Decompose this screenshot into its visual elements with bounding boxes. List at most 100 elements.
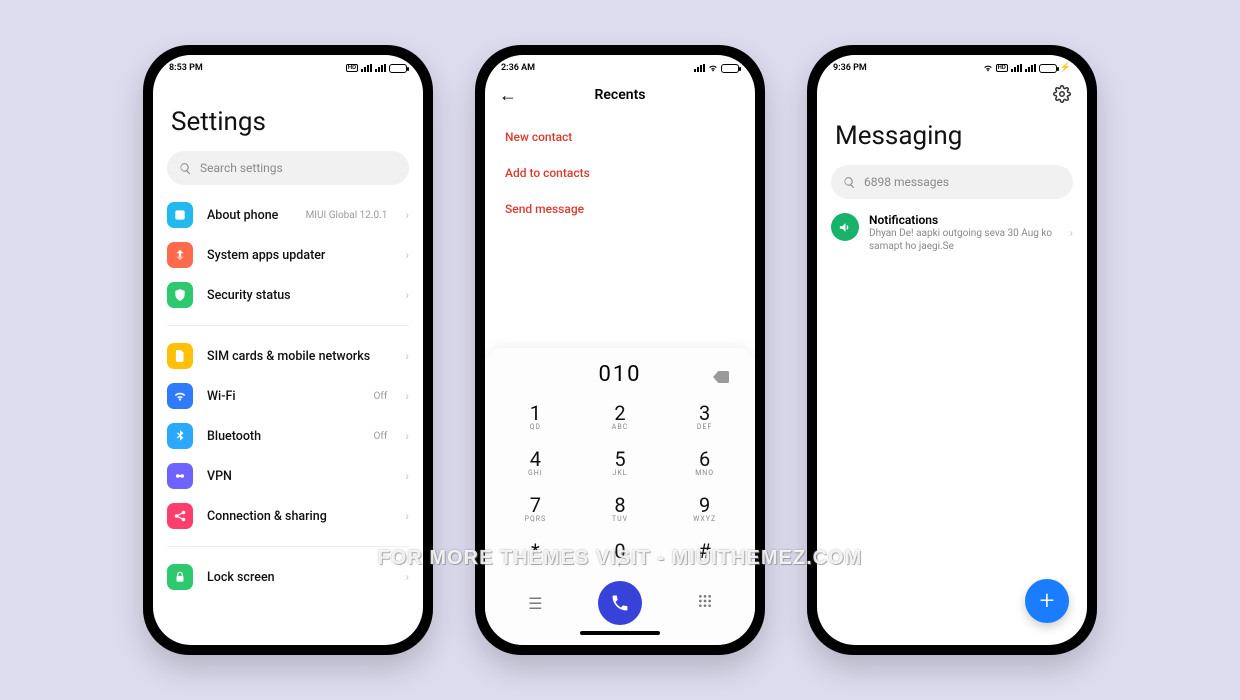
status-bar: 9:36 PM HD ⚡ — [817, 55, 1087, 77]
signal-icon — [1025, 64, 1036, 72]
settings-row-bt[interactable]: Bluetooth Off › — [153, 416, 423, 456]
status-bar: 8:53 PM HD — [153, 55, 423, 77]
signal-icon — [1011, 64, 1022, 72]
page-title: Recents — [595, 87, 646, 103]
dial-key-8[interactable]: 8TUV — [578, 487, 663, 533]
backspace-button[interactable] — [713, 364, 729, 389]
page-title: Messaging — [817, 103, 1087, 165]
message-thread[interactable]: Notifications Dhyan De! aapki outgoing s… — [817, 199, 1087, 253]
bt-icon — [167, 423, 193, 449]
updater-icon — [167, 242, 193, 268]
dial-key-0[interactable]: 0+ — [578, 533, 663, 579]
chevron-right-icon: › — [405, 570, 409, 584]
signal-icon — [375, 64, 386, 72]
dial-key-4[interactable]: 4GHI — [493, 441, 578, 487]
settings-button[interactable] — [1053, 85, 1071, 103]
chevron-right-icon: › — [405, 349, 409, 363]
dial-key-3[interactable]: 3DEF — [662, 395, 747, 441]
row-label: Security status — [207, 288, 391, 303]
dialer-action[interactable]: New contact — [485, 119, 755, 155]
dialer-action[interactable]: Send message — [485, 191, 755, 227]
chevron-right-icon: › — [405, 429, 409, 443]
settings-row-share[interactable]: Connection & sharing › — [153, 496, 423, 536]
dial-key-9[interactable]: 9WXYZ — [662, 487, 747, 533]
chevron-right-icon: › — [405, 248, 409, 262]
recents-button[interactable]: ☰ — [493, 594, 578, 613]
dial-key-5[interactable]: 5JKL — [578, 441, 663, 487]
volte-icon: HD — [346, 64, 358, 72]
dial-key-6[interactable]: 6MNO — [662, 441, 747, 487]
row-label: Wi-Fi — [207, 389, 360, 404]
row-value: MIUI Global 12.0.1 — [306, 210, 388, 221]
search-placeholder: Search settings — [200, 161, 283, 175]
settings-row-vpn[interactable]: VPN› — [153, 456, 423, 496]
wifi-icon — [708, 63, 718, 73]
charging-icon: ⚡ — [1060, 63, 1071, 73]
home-indicator[interactable] — [580, 631, 660, 635]
battery-icon — [721, 64, 739, 73]
settings-row-info[interactable]: About phone MIUI Global 12.0.1 › — [153, 195, 423, 235]
volte-icon: HD — [996, 64, 1008, 72]
chevron-right-icon: › — [405, 208, 409, 222]
divider — [167, 546, 409, 547]
row-label: Connection & sharing — [207, 509, 391, 524]
sim-icon — [167, 343, 193, 369]
call-button[interactable] — [598, 581, 642, 625]
search-icon — [179, 162, 192, 175]
share-icon — [167, 503, 193, 529]
settings-row-shield[interactable]: Security status › — [153, 275, 423, 315]
dial-display: 010 — [493, 358, 747, 395]
phone-settings: 8:53 PM HD Settings Search settings Abou… — [143, 45, 433, 655]
dial-number: 010 — [598, 362, 641, 387]
row-label: Lock screen — [207, 570, 391, 585]
wifi-icon — [167, 383, 193, 409]
search-input[interactable]: 6898 messages — [831, 165, 1073, 199]
compose-button[interactable]: + — [1025, 579, 1069, 623]
battery-icon — [389, 64, 407, 73]
settings-row-sim[interactable]: SIM cards & mobile networks › — [153, 336, 423, 376]
dial-key-2[interactable]: 2ABC — [578, 395, 663, 441]
signal-icon — [361, 64, 372, 72]
back-button[interactable]: ← — [499, 85, 517, 106]
status-time: 9:36 PM — [833, 63, 867, 73]
speaker-icon — [831, 213, 859, 241]
shield-icon — [167, 282, 193, 308]
row-label: VPN — [207, 469, 391, 484]
row-label: SIM cards & mobile networks — [207, 349, 391, 364]
settings-row-updater[interactable]: System apps updater › — [153, 235, 423, 275]
search-input[interactable]: Search settings — [167, 151, 409, 185]
phone-icon — [610, 593, 630, 613]
dial-key-#[interactable]: # — [662, 533, 747, 579]
status-time: 8:53 PM — [169, 63, 203, 73]
dial-key-1[interactable]: 1QD — [493, 395, 578, 441]
phone-dialer: 2:36 AM ← Recents New contactAdd to cont… — [475, 45, 765, 655]
row-value: Off — [374, 431, 388, 442]
dialer-action[interactable]: Add to contacts — [485, 155, 755, 191]
dial-key-*[interactable]: * — [493, 533, 578, 579]
chevron-right-icon: › — [1069, 226, 1073, 240]
dialpad-toggle[interactable] — [662, 593, 747, 613]
row-label: System apps updater — [207, 248, 391, 263]
battery-charging-icon — [1039, 64, 1057, 73]
signal-icon — [694, 64, 705, 72]
settings-row-wifi[interactable]: Wi-Fi Off › — [153, 376, 423, 416]
page-title: Settings — [153, 77, 423, 151]
row-label: Bluetooth — [207, 429, 360, 444]
chevron-right-icon: › — [405, 288, 409, 302]
search-icon — [843, 176, 856, 189]
vpn-icon — [167, 463, 193, 489]
thread-preview: Dhyan De! aapki outgoing seva 30 Aug ko … — [869, 228, 1059, 253]
dial-key-7[interactable]: 7PQRS — [493, 487, 578, 533]
status-bar: 2:36 AM — [485, 55, 755, 77]
lock-icon — [167, 564, 193, 590]
thread-title: Notifications — [869, 213, 1059, 227]
chevron-right-icon: › — [405, 509, 409, 523]
info-icon — [167, 202, 193, 228]
phone-messaging: 9:36 PM HD ⚡ Messaging 6898 messages — [807, 45, 1097, 655]
row-value: Off — [374, 391, 388, 402]
chevron-right-icon: › — [405, 389, 409, 403]
divider — [167, 325, 409, 326]
settings-row-lock[interactable]: Lock screen › — [153, 557, 423, 597]
row-label: About phone — [207, 208, 292, 223]
status-time: 2:36 AM — [501, 63, 535, 73]
